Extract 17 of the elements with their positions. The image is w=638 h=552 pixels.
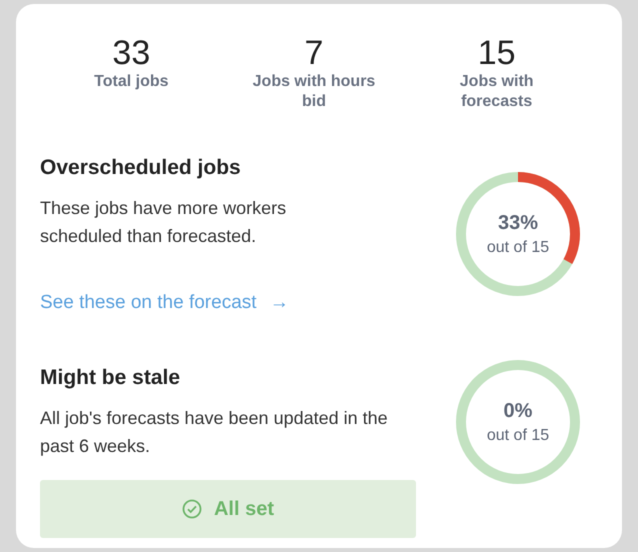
section-description: These jobs have more workers scheduled than forecasted. bbox=[40, 197, 288, 248]
section-title: Might be stale bbox=[40, 366, 180, 390]
stat-value: 15 bbox=[478, 34, 516, 72]
percent-caption: out of 15 bbox=[486, 238, 550, 256]
stat-label: Jobs with forecasts bbox=[458, 72, 535, 112]
stat-value: 33 bbox=[112, 34, 150, 72]
percent-value: 33% bbox=[498, 212, 538, 234]
stat-label: Jobs with hours bid bbox=[252, 72, 376, 112]
percent-caption: out of 15 bbox=[486, 426, 550, 444]
status-text: All set bbox=[214, 498, 274, 520]
check-circle-icon bbox=[182, 499, 202, 519]
section-title: Overscheduled jobs bbox=[40, 156, 241, 180]
percent-value: 0% bbox=[504, 400, 532, 422]
forecast-link[interactable]: See these on the forecast → bbox=[40, 292, 289, 314]
section-description: All job's forecasts have been updated in the past 6 weeks. bbox=[40, 407, 389, 458]
stat-value: 7 bbox=[304, 34, 324, 72]
stat-label: Total jobs bbox=[93, 72, 170, 92]
